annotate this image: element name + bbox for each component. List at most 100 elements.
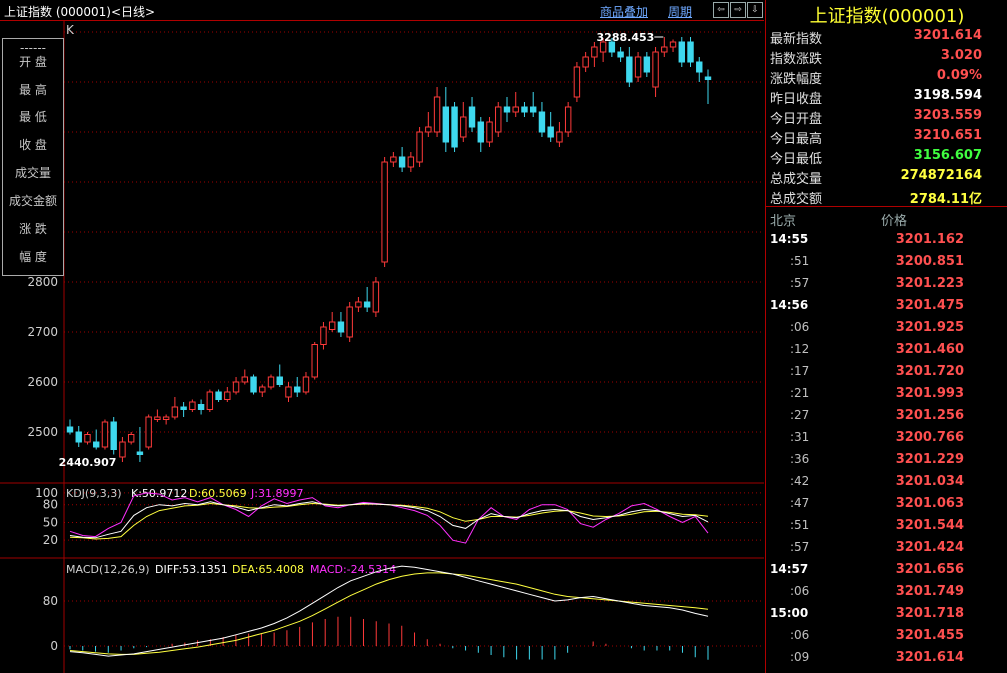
k-label: K <box>66 23 75 37</box>
candle-body <box>302 376 310 393</box>
info-change-label: 涨 跌 <box>19 222 47 236</box>
kdj-k-value: K:50.9712 <box>131 487 187 500</box>
tick-time: :42 <box>790 474 810 488</box>
tick-row: :09 3201.614 <box>766 647 1007 669</box>
macd-dea-value: DEA:65.4008 <box>232 563 304 576</box>
tick-price: 3201.475 <box>895 298 964 313</box>
candle-body <box>267 376 275 388</box>
tick-price: 3201.229 <box>895 452 964 467</box>
candle-body <box>398 156 406 168</box>
period-button[interactable]: 周期 <box>668 3 692 20</box>
candle-body <box>259 386 266 393</box>
candle-body <box>285 386 292 398</box>
tick-row: 14:56 3201.475 <box>766 295 1007 317</box>
tick-time: :17 <box>790 364 810 378</box>
candle-body <box>495 106 502 133</box>
quote-row: 指数涨跌 3.020 <box>770 46 1000 67</box>
tick-row: :42 3201.034 <box>766 471 1007 493</box>
chart-title: 上证指数 (000001)<日线> <box>4 5 156 19</box>
candle-body <box>171 406 179 418</box>
quote-row: 今日开盘 3203.559 <box>770 106 1000 127</box>
tick-price: 3201.656 <box>895 562 964 577</box>
nav-left-button[interactable]: ⇦ <box>713 2 729 18</box>
quote-row-value: 3.020 <box>940 48 982 63</box>
candle-body <box>503 106 511 113</box>
tick-price: 3201.162 <box>895 232 964 247</box>
macd-axis-tick: 80 <box>43 594 58 608</box>
tick-row: :57 3201.424 <box>766 537 1007 559</box>
tick-row: :06 3201.455 <box>766 625 1007 647</box>
quote-row-label: 今日最高 <box>770 132 823 147</box>
tick-time: 14:57 <box>770 562 809 576</box>
quote-row: 总成交额 2784.11亿 <box>770 186 1000 207</box>
candle-body <box>529 106 537 113</box>
candle-body <box>206 391 214 410</box>
tick-time: :09 <box>790 650 810 664</box>
tick-price: 3201.749 <box>895 584 964 599</box>
info-low-label: 最 低 <box>19 110 47 124</box>
y-axis-tick: 2800 <box>27 275 58 289</box>
candle-body <box>652 51 659 88</box>
tick-time: :06 <box>790 584 810 598</box>
tick-time: :36 <box>790 452 810 466</box>
nav-right-button[interactable]: ⇨ <box>730 2 746 18</box>
candle-body <box>101 421 109 448</box>
candle-body <box>346 306 353 338</box>
tick-time: 14:56 <box>770 298 809 312</box>
quote-row: 今日最低 3156.607 <box>770 146 1000 167</box>
quote-row: 涨跌幅度 0.09% <box>770 66 1000 87</box>
tick-price: 3201.720 <box>895 364 964 379</box>
tick-time: 14:55 <box>770 232 809 246</box>
candle-body <box>573 66 581 98</box>
candle-body <box>110 421 117 450</box>
tick-time: :06 <box>790 320 810 334</box>
tick-price: 3200.766 <box>895 430 964 445</box>
candle-body <box>512 106 519 113</box>
quote-row: 最新指数 3201.614 <box>770 26 1000 47</box>
candle-body <box>154 416 161 420</box>
candle-body <box>372 281 380 313</box>
candle-body <box>704 76 712 80</box>
overlay-button[interactable]: 商品叠加 <box>600 3 648 20</box>
tick-price-header: 价格 <box>881 214 908 229</box>
kdj-j-value: J:31.8997 <box>250 487 303 500</box>
candle-body <box>538 111 546 133</box>
nav-down-button[interactable]: ⇩ <box>747 2 763 18</box>
tick-row: 14:57 3201.656 <box>766 559 1007 581</box>
kdj-axis-tick: 80 <box>43 498 58 512</box>
info-open-label: 开 盘 <box>19 55 47 69</box>
tick-price: 3201.034 <box>895 474 964 489</box>
kdj-j-line <box>69 492 709 544</box>
candle-body <box>687 41 694 63</box>
candle-body <box>232 381 240 393</box>
quote-row-value: 2784.11亿 <box>909 192 982 207</box>
tick-row: 14:55 3201.162 <box>766 229 1007 251</box>
tick-row: :17 3201.720 <box>766 361 1007 383</box>
candle-body <box>643 56 651 73</box>
quote-row: 今日最高 3210.651 <box>770 126 1000 147</box>
candle-body <box>180 406 187 410</box>
tick-price: 3200.851 <box>895 254 964 269</box>
candle-body <box>119 441 126 458</box>
quote-row: 昨日收盘 3198.594 <box>770 86 1000 107</box>
tick-price: 3201.925 <box>895 320 964 335</box>
candle-body <box>521 106 528 113</box>
candle-body <box>311 344 318 378</box>
info-high-label: 最 高 <box>19 83 47 97</box>
candle-body <box>617 51 624 58</box>
tick-price: 3201.424 <box>895 540 964 555</box>
quote-row-value: 0.09% <box>936 68 982 83</box>
quote-row-label: 指数涨跌 <box>770 52 823 67</box>
tick-row: :47 3201.063 <box>766 493 1007 515</box>
kdj-axis-tick: 50 <box>43 515 58 529</box>
tick-row: :06 3201.749 <box>766 581 1007 603</box>
y-axis-tick: 2700 <box>27 325 58 339</box>
candle-body <box>241 376 249 383</box>
y-axis-tick: 2500 <box>27 425 58 439</box>
quote-row-value: 3201.614 <box>913 28 982 43</box>
tick-row: :57 3201.223 <box>766 273 1007 295</box>
kdj-d-value: D:60.5069 <box>189 487 247 500</box>
quote-row-value: 3210.651 <box>913 128 982 143</box>
candle-body <box>381 161 388 263</box>
quote-row-label: 今日最低 <box>770 152 823 167</box>
